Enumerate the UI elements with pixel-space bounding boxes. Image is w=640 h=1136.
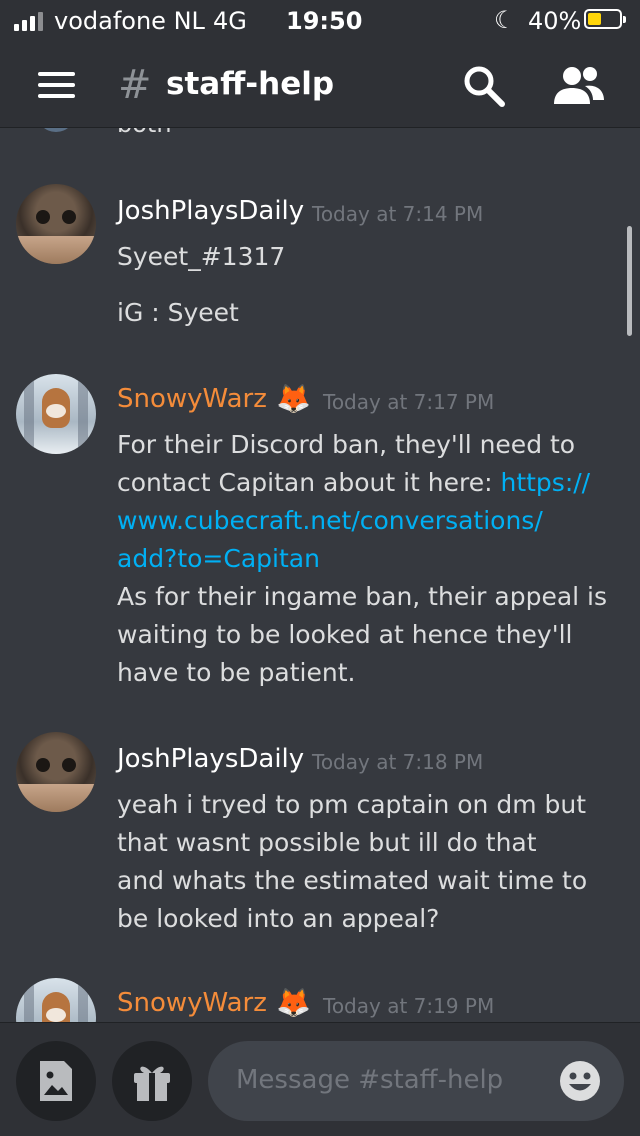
message-author[interactable]: JoshPlaysDaily [117,196,304,226]
scrollbar[interactable] [627,226,632,336]
network-type: 4G [213,7,247,35]
emoji-icon[interactable] [558,1059,602,1103]
avatar[interactable] [16,732,96,812]
message-line: have to be patient. [117,658,356,687]
fox-icon: 🦊 [276,986,311,1019]
message-input[interactable]: Message #staff-help [208,1041,624,1121]
message-composer: Message #staff-help [0,1022,640,1136]
signal-icon [14,11,43,31]
avatar[interactable] [16,374,96,454]
image-upload-icon [40,1061,72,1101]
gift-icon [134,1066,170,1101]
status-bar: vodafone NL 4G 19:50 ☾ 40% [0,0,640,42]
message-timestamp: Today at 7:19 PM [323,994,495,1018]
message-line: be looked into an appeal? [117,904,440,933]
message-line: contact Capitan about it here: https:// [117,468,591,497]
message-list[interactable]: both JoshPlaysDaily Today at 7:14 PM Sye… [0,128,640,1022]
avatar[interactable] [16,184,96,264]
message-input-placeholder: Message #staff-help [236,1065,504,1095]
message-timestamp: Today at 7:17 PM [323,390,495,414]
channel-title: staff-help [166,66,335,102]
channel-header: # staff-help [0,42,640,128]
message-line: and whats the estimated wait time to [117,866,588,895]
carrier-label: vodafone NL [54,7,205,35]
members-icon[interactable] [552,64,606,108]
conversation-link[interactable]: add?to=Capitan [117,544,320,573]
fox-icon: 🦊 [276,382,311,415]
moon-icon: ☾ [494,6,516,34]
battery-percent: 40% [528,7,582,35]
hash-icon: # [118,62,152,108]
message-author[interactable]: SnowyWarz [117,384,267,414]
menu-icon[interactable] [38,72,75,98]
message-line: For their Discord ban, they'll need to [117,430,576,459]
message-timestamp: Today at 7:14 PM [312,202,484,226]
clock: 19:50 [286,7,363,35]
message-author[interactable]: JoshPlaysDaily [117,744,304,774]
message-line: iG : Syeet [117,298,239,327]
message-line: that wasnt possible but ill do that [117,828,537,857]
message-timestamp: Today at 7:18 PM [312,750,484,774]
previous-message-fragment: both [117,128,172,138]
gift-button[interactable] [112,1041,192,1121]
message-line: yeah i tryed to pm captain on dm but [117,790,587,819]
avatar[interactable] [16,978,96,1022]
conversation-link[interactable]: www.cubecraft.net/conversations/ [117,506,543,535]
battery-icon [584,9,626,29]
message-line: Syeet_#1317 [117,242,286,271]
avatar [36,128,76,132]
message-line: waiting to be looked at hence they'll [117,620,573,649]
image-upload-button[interactable] [16,1041,96,1121]
conversation-link[interactable]: https:// [500,468,590,497]
search-icon[interactable] [462,64,506,108]
message-author[interactable]: SnowyWarz [117,988,267,1018]
message-line: As for their ingame ban, their appeal is [117,582,608,611]
